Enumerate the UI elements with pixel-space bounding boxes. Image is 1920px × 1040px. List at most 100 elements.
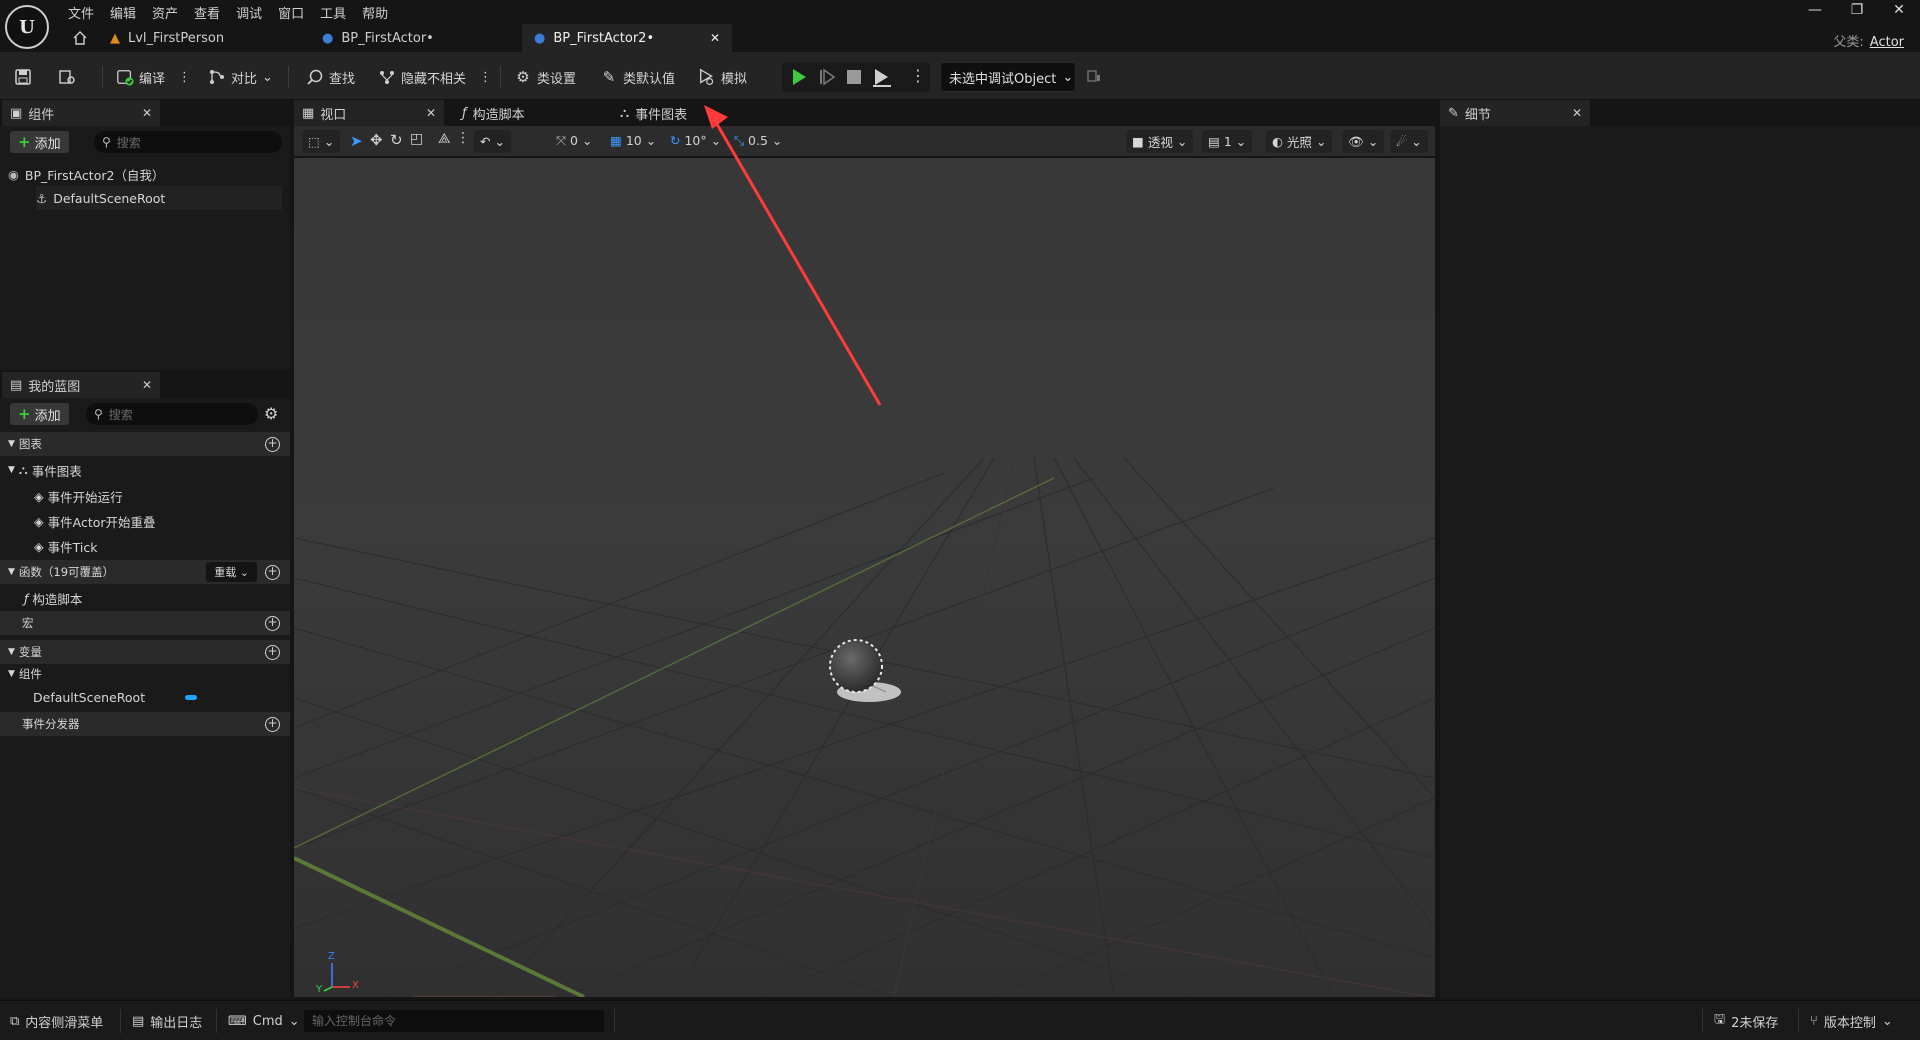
add-graph-icon[interactable]: + xyxy=(265,436,280,452)
simulate-button[interactable]: 模拟 xyxy=(698,64,747,90)
close-icon[interactable]: ✕ xyxy=(426,106,436,120)
tab-details[interactable]: ✎ 细节 ✕ xyxy=(1440,100,1590,126)
play-controls: ⋮ xyxy=(782,62,930,92)
content-drawer-button[interactable]: ⧉ 内容侧滑菜单 xyxy=(10,1009,103,1033)
menu-item-edit[interactable]: 编辑 xyxy=(106,0,148,22)
scale-tool-icon[interactable]: ◰ xyxy=(410,131,423,147)
close-icon[interactable]: ✕ xyxy=(142,378,152,392)
title-bar: U 文件 编辑 资产 查看 调试 窗口 工具 帮助 ▲ Lvl_FirstPer… xyxy=(0,0,1920,52)
tree-event-item[interactable]: ◈ 事件开始运行 xyxy=(0,484,290,508)
rotate-tool-icon[interactable]: ↻ xyxy=(390,131,403,149)
blueprint-search-input[interactable]: ⚲ 搜索 xyxy=(86,403,258,425)
add-variable-icon[interactable]: + xyxy=(265,644,280,660)
more-options-icon[interactable]: ⋮ xyxy=(178,70,191,85)
perspective-button[interactable]: ■ 透视 ⌄ xyxy=(1126,130,1194,153)
show-flags-button[interactable]: 👁 ⌄ xyxy=(1342,130,1385,153)
section-variables[interactable]: ▼ 变量 + xyxy=(0,640,290,664)
menu-item-asset[interactable]: 资产 xyxy=(148,0,190,22)
viewport-options-button[interactable]: ⬚ ⌄ xyxy=(302,130,341,153)
tree-event-graph[interactable]: ▼ ⛬ 事件图表 xyxy=(0,458,290,482)
camera-speed-button[interactable]: ▤ 1 ⌄ xyxy=(1202,130,1253,153)
translate-tool-icon[interactable]: ✥ xyxy=(370,131,383,149)
browse-button[interactable] xyxy=(58,64,76,90)
lighting-mode-button[interactable]: ◐ 光照 ⌄ xyxy=(1266,130,1333,153)
tree-components-group[interactable]: ▼ 组件 xyxy=(0,664,290,684)
add-dispatcher-icon[interactable]: + xyxy=(265,716,280,732)
close-tab-icon[interactable]: ✕ xyxy=(710,31,720,45)
find-button[interactable]: 查找 xyxy=(306,64,355,90)
grid-snap-toggle[interactable]: ▦ 10 ⌄ xyxy=(610,133,656,148)
plus-icon: + xyxy=(18,405,31,423)
gear-icon: ⚙ xyxy=(516,68,530,86)
section-event-dispatchers[interactable]: 事件分发器 + xyxy=(0,712,290,736)
transform-space-icon[interactable]: ⟁ xyxy=(438,131,451,147)
grid-snap-icon: ▦ xyxy=(610,133,622,148)
console-command-input[interactable]: 输入控制台命令 xyxy=(304,1010,604,1032)
tab-construction-script[interactable]: ƒ 构造脚本 xyxy=(454,100,604,126)
component-root-item[interactable]: ◉ BP_FirstActor2（自我） xyxy=(8,162,290,186)
class-defaults-button[interactable]: ✎ 类默认值 xyxy=(600,64,675,90)
close-icon[interactable]: ✕ xyxy=(142,106,152,120)
add-function-icon[interactable]: + xyxy=(265,564,280,580)
save-button[interactable] xyxy=(14,64,32,90)
menu-item-view[interactable]: 查看 xyxy=(190,0,232,22)
override-dropdown[interactable]: 重载 ⌄ xyxy=(206,562,257,582)
hide-unrelated-button[interactable]: 隐藏不相关 ⋮ xyxy=(378,64,492,90)
menu-item-tools[interactable]: 工具 xyxy=(316,0,358,22)
close-icon[interactable]: ✕ xyxy=(1572,106,1582,120)
component-child-item[interactable]: ⚓ DefaultSceneRoot xyxy=(36,186,282,210)
tab-my-blueprint[interactable]: ▤ 我的蓝图 ✕ xyxy=(2,372,160,398)
debug-filter-icon[interactable] xyxy=(1086,68,1102,84)
menu-item-debug[interactable]: 调试 xyxy=(232,0,274,22)
compile-button[interactable]: 编译 ⋮ xyxy=(116,64,191,90)
minimize-button[interactable]: — xyxy=(1800,2,1830,20)
play-button[interactable] xyxy=(790,68,808,86)
source-control-button[interactable]: ⑂ 版本控制 ⌄ xyxy=(1810,1009,1893,1033)
section-macros[interactable]: 宏 + xyxy=(0,611,290,635)
more-options-icon[interactable]: ⋮ xyxy=(910,66,926,85)
unreal-logo-icon[interactable]: U xyxy=(5,5,49,49)
menu-item-file[interactable]: 文件 xyxy=(64,0,106,22)
rotation-snap-toggle[interactable]: ⤧ 0 ⌄ xyxy=(556,133,592,149)
more-options-icon[interactable]: ⋮ xyxy=(456,130,470,146)
tab-viewport[interactable]: ▦ 视口 ✕ xyxy=(294,100,444,126)
tree-event-item[interactable]: ◈ 事件Actor开始重叠 xyxy=(0,509,290,533)
home-icon[interactable] xyxy=(72,30,88,46)
stop-button[interactable] xyxy=(846,69,862,85)
tab-bp-firstactor2[interactable]: ● BP_FirstActor2• ✕ xyxy=(522,24,732,52)
class-settings-button[interactable]: ⚙ 类设置 xyxy=(514,64,576,90)
menu-item-window[interactable]: 窗口 xyxy=(274,0,316,22)
close-window-button[interactable]: ✕ xyxy=(1884,2,1914,20)
diff-button[interactable]: 对比 ⌄ xyxy=(208,64,273,90)
add-blueprint-member-button[interactable]: + 添加 xyxy=(10,403,69,425)
restore-button[interactable]: ❐ xyxy=(1842,2,1872,20)
section-functions[interactable]: ▼ 函数（19可覆盖） 重载 ⌄ + xyxy=(0,560,290,584)
debug-object-select[interactable]: 未选中调试Object ⌄ xyxy=(940,62,1076,92)
tab-bp-firstactor[interactable]: ● BP_FirstActor• xyxy=(310,24,520,52)
performance-button[interactable]: ☄ ⌄ xyxy=(1390,130,1428,153)
menu-item-help[interactable]: 帮助 xyxy=(358,0,400,22)
section-dispatchers-label: 事件分发器 xyxy=(22,717,80,731)
output-log-button[interactable]: ▤ 输出日志 xyxy=(132,1009,202,1033)
play-options-button[interactable] xyxy=(872,68,892,88)
gear-icon[interactable]: ⚙ xyxy=(264,404,278,423)
add-component-button[interactable]: + 添加 xyxy=(10,131,69,153)
parent-class-link[interactable]: Actor xyxy=(1870,35,1904,50)
surface-snap-button[interactable]: ↶ ⌄ xyxy=(474,130,511,153)
more-options-icon[interactable]: ⋮ xyxy=(479,70,492,85)
source-control-label: 版本控制 xyxy=(1823,1015,1876,1031)
select-tool-icon[interactable]: ➤ xyxy=(350,132,363,150)
components-search-input[interactable]: ⚲ 搜索 xyxy=(94,131,282,153)
unsaved-button[interactable]: 🖫 2未保存 xyxy=(1714,1009,1778,1033)
add-macro-icon[interactable]: + xyxy=(265,615,280,631)
tree-variable-item[interactable]: DefaultSceneRoot xyxy=(0,685,290,709)
section-graphs[interactable]: ▼ 图表 + xyxy=(0,432,290,456)
step-button[interactable] xyxy=(818,68,836,86)
tab-level[interactable]: ▲ Lvl_FirstPerson xyxy=(98,24,308,52)
tree-event-item[interactable]: ◈ 事件Tick xyxy=(0,534,290,558)
blueprint-tab-bar: ▤ 我的蓝图 ✕ xyxy=(0,372,290,398)
cmd-select[interactable]: ⌨ Cmd ⌄ xyxy=(228,1009,300,1033)
axis-gizmo: Z X Y xyxy=(316,951,376,995)
tree-construction-script[interactable]: ƒ 构造脚本 xyxy=(0,586,290,610)
tab-components[interactable]: ▣ 组件 ✕ xyxy=(2,100,160,126)
